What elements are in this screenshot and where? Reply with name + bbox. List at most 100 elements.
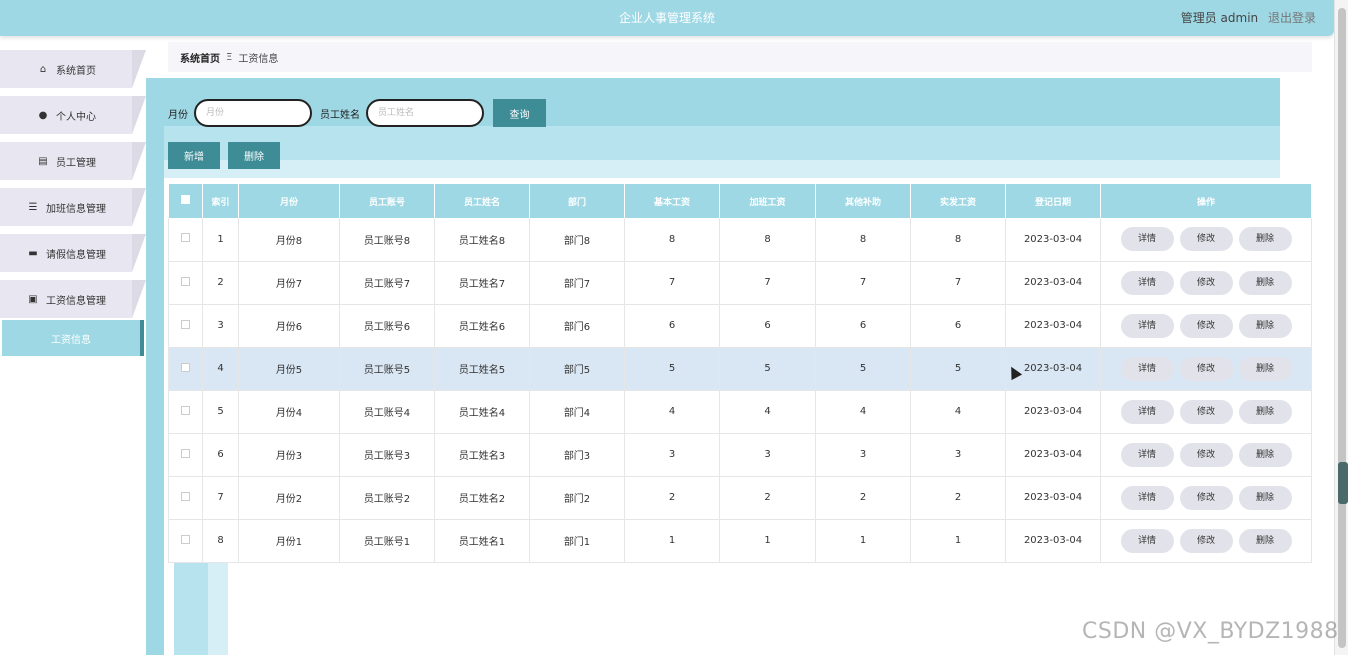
cell-operations: 详情 修改 删除 <box>1100 390 1312 434</box>
row-checkbox[interactable] <box>181 405 190 415</box>
table-row[interactable]: 6 月份3 员工账号3 员工姓名3 部门3 3 3 3 3 2023-03-04 详情 修改 删除 <box>168 433 1312 477</box>
cell-net: 4 <box>910 390 1006 434</box>
delete-button[interactable]: 删除 <box>1238 442 1292 467</box>
table-row[interactable]: 2 月份7 员工账号7 员工姓名7 部门7 7 7 7 7 2023-03-04 详情 修改 删除 <box>168 261 1312 305</box>
table-row[interactable]: 4 月份5 员工账号5 员工姓名5 部门5 5 5 5 5 2023-03-04 详情 修改 删除 <box>168 347 1312 391</box>
column-header: 索引 <box>202 184 239 218</box>
row-checkbox[interactable] <box>181 233 190 243</box>
cell-account: 员工账号3 <box>339 433 435 477</box>
cell-base: 5 <box>624 347 720 391</box>
select-all-cell <box>168 184 203 218</box>
detail-button[interactable]: 详情 <box>1120 485 1174 510</box>
cell-month: 月份4 <box>238 390 340 434</box>
sidebar-subitem-salary-info[interactable]: 工资信息 <box>2 320 144 356</box>
table-row[interactable]: 7 月份2 员工账号2 员工姓名2 部门2 2 2 2 2 2023-03-04 详情 修改 删除 <box>168 476 1312 520</box>
cell-index: 5 <box>202 390 239 434</box>
row-checkbox[interactable] <box>181 491 190 501</box>
detail-button[interactable]: 详情 <box>1120 356 1174 381</box>
cell-date: 2023-03-04 <box>1005 433 1101 477</box>
delete-button[interactable]: 删除 <box>1238 313 1292 338</box>
scrollbar-thumb[interactable] <box>1338 8 1346 648</box>
cell-name: 员工姓名2 <box>434 476 530 520</box>
table-row[interactable]: 8 月份1 员工账号1 员工姓名1 部门1 1 1 1 1 2023-03-04 详情 修改 删除 <box>168 519 1312 563</box>
column-header: 员工账号 <box>339 184 435 218</box>
sidebar: ⌂ 系统首页 ● 个人中心 ▤ 员工管理 ☰ 加班信息管理 ▬ 请假信息管理 ▣… <box>0 50 148 326</box>
delete-button[interactable]: 删除 <box>1238 485 1292 510</box>
table-row[interactable]: 5 月份4 员工账号4 员工姓名4 部门4 4 4 4 4 2023-03-04 详情 修改 删除 <box>168 390 1312 434</box>
scrollbar-grip[interactable] <box>1338 462 1348 504</box>
cell-month: 月份6 <box>238 304 340 348</box>
month-input[interactable] <box>194 99 312 127</box>
table-row[interactable]: 3 月份6 员工账号6 员工姓名6 部门6 6 6 6 6 2023-03-04 详情 修改 删除 <box>168 304 1312 348</box>
user-area: 管理员 admin 退出登录 <box>1181 9 1316 26</box>
cell-month: 月份5 <box>238 347 340 391</box>
cell-overtime: 8 <box>719 218 816 262</box>
employee-name-input[interactable] <box>366 99 484 127</box>
detail-button[interactable]: 详情 <box>1120 528 1174 553</box>
cell-date: 2023-03-04 <box>1005 218 1101 262</box>
select-all-checkbox[interactable] <box>180 195 190 204</box>
cell-subsidy: 1 <box>815 519 911 563</box>
cell-subsidy: 4 <box>815 390 911 434</box>
sidebar-item-employee-management[interactable]: ▤ 员工管理 <box>0 142 146 180</box>
row-select-cell <box>168 304 203 348</box>
cell-name: 员工姓名7 <box>434 261 530 305</box>
sidebar-item-overtime-management[interactable]: ☰ 加班信息管理 <box>0 188 146 226</box>
edit-button[interactable]: 修改 <box>1179 227 1233 252</box>
cell-dept: 部门1 <box>529 519 625 563</box>
column-header: 操作 <box>1100 184 1312 218</box>
batch-delete-button[interactable]: 删除 <box>228 142 280 169</box>
cell-subsidy: 2 <box>815 476 911 520</box>
delete-button[interactable]: 删除 <box>1238 270 1292 295</box>
delete-button[interactable]: 删除 <box>1238 227 1292 252</box>
row-checkbox[interactable] <box>181 319 190 329</box>
edit-button[interactable]: 修改 <box>1179 442 1233 467</box>
logout-link[interactable]: 退出登录 <box>1268 11 1316 25</box>
sidebar-item-home[interactable]: ⌂ 系统首页 <box>0 50 146 88</box>
column-header: 实发工资 <box>910 184 1006 218</box>
home-icon: ⌂ <box>39 63 47 75</box>
sidebar-item-label: 员工管理 <box>56 157 96 169</box>
cell-subsidy: 8 <box>815 218 911 262</box>
breadcrumb-home[interactable]: 系统首页 <box>180 50 220 65</box>
sidebar-item-leave-management[interactable]: ▬ 请假信息管理 <box>0 234 146 272</box>
delete-button[interactable]: 删除 <box>1238 399 1292 424</box>
row-checkbox[interactable] <box>181 448 190 458</box>
edit-button[interactable]: 修改 <box>1179 356 1233 381</box>
row-checkbox[interactable] <box>181 534 190 544</box>
cell-operations: 详情 修改 删除 <box>1100 347 1312 391</box>
detail-button[interactable]: 详情 <box>1120 442 1174 467</box>
add-button[interactable]: 新增 <box>168 142 220 169</box>
breadcrumb-separator: Ξ <box>226 51 233 63</box>
edit-button[interactable]: 修改 <box>1179 528 1233 553</box>
sidebar-item-label: 个人中心 <box>56 111 96 123</box>
cell-index: 8 <box>202 519 239 563</box>
column-header: 加班工资 <box>719 184 816 218</box>
row-checkbox[interactable] <box>181 362 190 372</box>
row-checkbox[interactable] <box>181 276 190 286</box>
edit-button[interactable]: 修改 <box>1179 485 1233 510</box>
detail-button[interactable]: 详情 <box>1120 227 1174 252</box>
query-button[interactable]: 查询 <box>493 99 546 127</box>
page-scrollbar[interactable] <box>1334 0 1348 655</box>
sidebar-item-salary-management[interactable]: ▣ 工资信息管理 <box>0 280 146 318</box>
cell-overtime: 2 <box>719 476 816 520</box>
detail-button[interactable]: 详情 <box>1120 399 1174 424</box>
delete-button[interactable]: 删除 <box>1238 528 1292 553</box>
cell-dept: 部门2 <box>529 476 625 520</box>
edit-button[interactable]: 修改 <box>1179 313 1233 338</box>
cell-net: 5 <box>910 347 1006 391</box>
cell-dept: 部门7 <box>529 261 625 305</box>
detail-button[interactable]: 详情 <box>1120 270 1174 295</box>
detail-button[interactable]: 详情 <box>1120 313 1174 338</box>
row-select-cell <box>168 519 203 563</box>
cell-month: 月份8 <box>238 218 340 262</box>
cell-account: 员工账号1 <box>339 519 435 563</box>
delete-button[interactable]: 删除 <box>1238 356 1292 381</box>
app-title: 企业人事管理系统 <box>618 11 715 25</box>
sidebar-item-personal-center[interactable]: ● 个人中心 <box>0 96 146 134</box>
edit-button[interactable]: 修改 <box>1179 270 1233 295</box>
cell-name: 员工姓名8 <box>434 218 530 262</box>
table-row[interactable]: 1 月份8 员工账号8 员工姓名8 部门8 8 8 8 8 2023-03-04 详情 修改 删除 <box>168 218 1312 262</box>
edit-button[interactable]: 修改 <box>1179 399 1233 424</box>
